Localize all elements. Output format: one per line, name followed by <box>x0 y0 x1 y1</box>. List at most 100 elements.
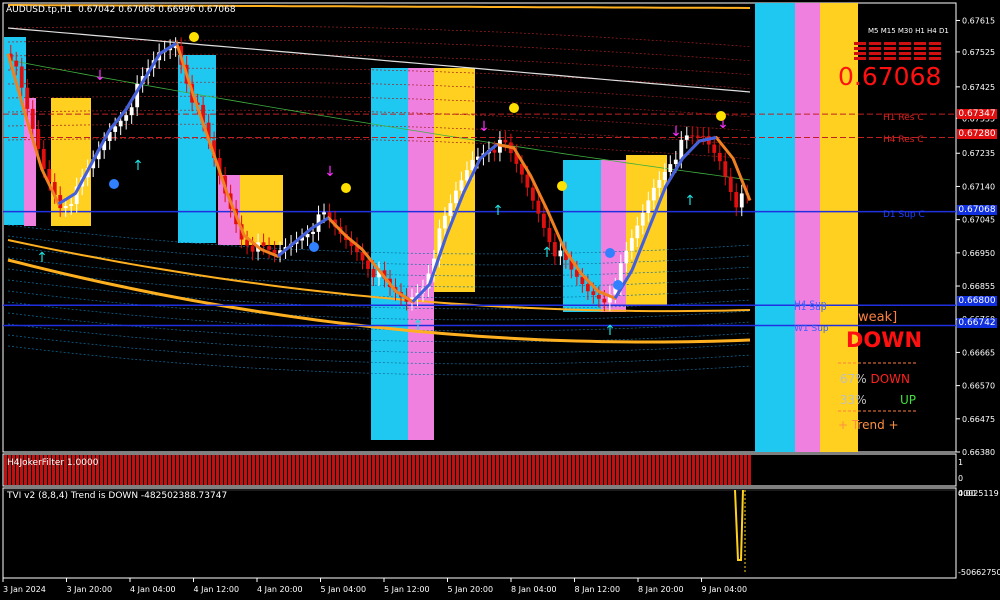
candle-body <box>454 190 458 204</box>
candle-body <box>25 87 30 109</box>
joker-bar <box>208 455 211 485</box>
joker-bar <box>540 455 543 485</box>
joker-bar <box>712 455 715 485</box>
joker-bar <box>620 455 623 485</box>
joker-bar <box>424 455 427 485</box>
joker-bar <box>144 455 147 485</box>
joker-bar <box>220 455 223 485</box>
joker-bar <box>412 455 415 485</box>
candle-body <box>536 200 541 214</box>
joker-bar <box>732 455 735 485</box>
tf-signal-bar <box>914 57 926 60</box>
tf-signal-bar <box>929 57 941 60</box>
joker-bar <box>548 455 551 485</box>
joker-bar <box>216 455 219 485</box>
zone-box <box>371 68 408 440</box>
tvi-title: TVI v2 (8,8,4) Trend is DOWN -482502388.… <box>7 491 228 501</box>
tf-signal-bar <box>899 57 911 60</box>
joker-bar <box>356 455 359 485</box>
candle-body <box>558 250 563 257</box>
joker-bar <box>212 455 215 485</box>
joker-bar <box>280 455 283 485</box>
joker-bar <box>420 455 423 485</box>
joker-bar <box>532 455 535 485</box>
y-tick-label: 0.66950 <box>962 249 995 258</box>
candle-body <box>640 212 645 226</box>
y-tick-label: 0.66380 <box>962 448 995 457</box>
joker-bar <box>440 455 443 485</box>
strength-label: weak] <box>858 310 898 325</box>
candle-body <box>14 60 19 67</box>
candle-body <box>261 242 266 247</box>
candle-body <box>673 159 678 165</box>
joker-bar <box>248 455 251 485</box>
joker-bar <box>576 455 579 485</box>
candle-body <box>366 260 370 269</box>
joker-bar <box>344 455 347 485</box>
tf-signal-bar <box>884 57 896 60</box>
price-tag-h1-sup: 0.66800 <box>957 296 997 306</box>
joker-bar <box>564 455 567 485</box>
tvi-scale-bottom: -506627502 <box>958 568 1000 577</box>
joker-bar <box>476 455 479 485</box>
joker-bar <box>516 455 519 485</box>
joker-bar <box>140 455 143 485</box>
down-stat: 67% DOWN <box>840 372 910 386</box>
candle-body <box>690 135 695 137</box>
joker-bar <box>704 455 707 485</box>
joker-bar <box>296 455 299 485</box>
joker-bar <box>656 455 659 485</box>
tf-signal-bar <box>854 42 866 45</box>
joker-bar <box>716 455 719 485</box>
joker-bar <box>256 455 259 485</box>
joker-bar <box>612 455 615 485</box>
candle-body <box>602 298 607 303</box>
joker-bar <box>224 455 227 485</box>
candle-body <box>701 135 706 137</box>
joker-bar <box>624 455 627 485</box>
joker-bar <box>408 455 411 485</box>
buy-arrow: ↑ <box>684 193 696 209</box>
joker-bar <box>628 455 631 485</box>
joker-bar <box>644 455 647 485</box>
blue-dot <box>605 248 615 258</box>
candle-body <box>684 135 689 140</box>
joker-bar <box>544 455 547 485</box>
joker-bar <box>124 455 127 485</box>
joker-bar <box>372 455 375 485</box>
joker-bar <box>556 455 559 485</box>
joker-bar <box>404 455 407 485</box>
joker-bar <box>388 455 391 485</box>
joker-bar <box>392 455 395 485</box>
joker-bar <box>456 455 459 485</box>
joker-bar <box>204 455 207 485</box>
joker-bar <box>720 455 723 485</box>
x-tick-label: 8 Jan 04:00 <box>511 585 557 594</box>
sell-arrow: ↓ <box>324 164 336 180</box>
tf-signal-bar <box>869 47 881 50</box>
timeframe-label: H4 <box>927 27 939 35</box>
tf-signal-bar <box>869 42 881 45</box>
joker-bar <box>284 455 287 485</box>
joker-bar <box>736 455 739 485</box>
joker-bar <box>172 455 175 485</box>
joker-bar <box>244 455 247 485</box>
joker-bar <box>744 455 747 485</box>
joker-bar <box>352 455 355 485</box>
x-tick-label: 5 Jan 12:00 <box>384 585 430 594</box>
candle-body <box>465 170 469 181</box>
buy-arrow: ↑ <box>412 318 424 334</box>
joker-bar <box>676 455 679 485</box>
zone-box <box>178 55 216 243</box>
candle-body <box>443 215 447 229</box>
joker-bar <box>680 455 683 485</box>
candle-body <box>322 212 326 215</box>
joker-bar <box>148 455 151 485</box>
up-word: UP <box>899 393 916 407</box>
joker-bar <box>300 455 303 485</box>
joker-bar <box>608 455 611 485</box>
tf-signal-bar <box>884 47 896 50</box>
joker-bar <box>184 455 187 485</box>
joker-bar <box>348 455 351 485</box>
candle-body <box>69 203 74 207</box>
